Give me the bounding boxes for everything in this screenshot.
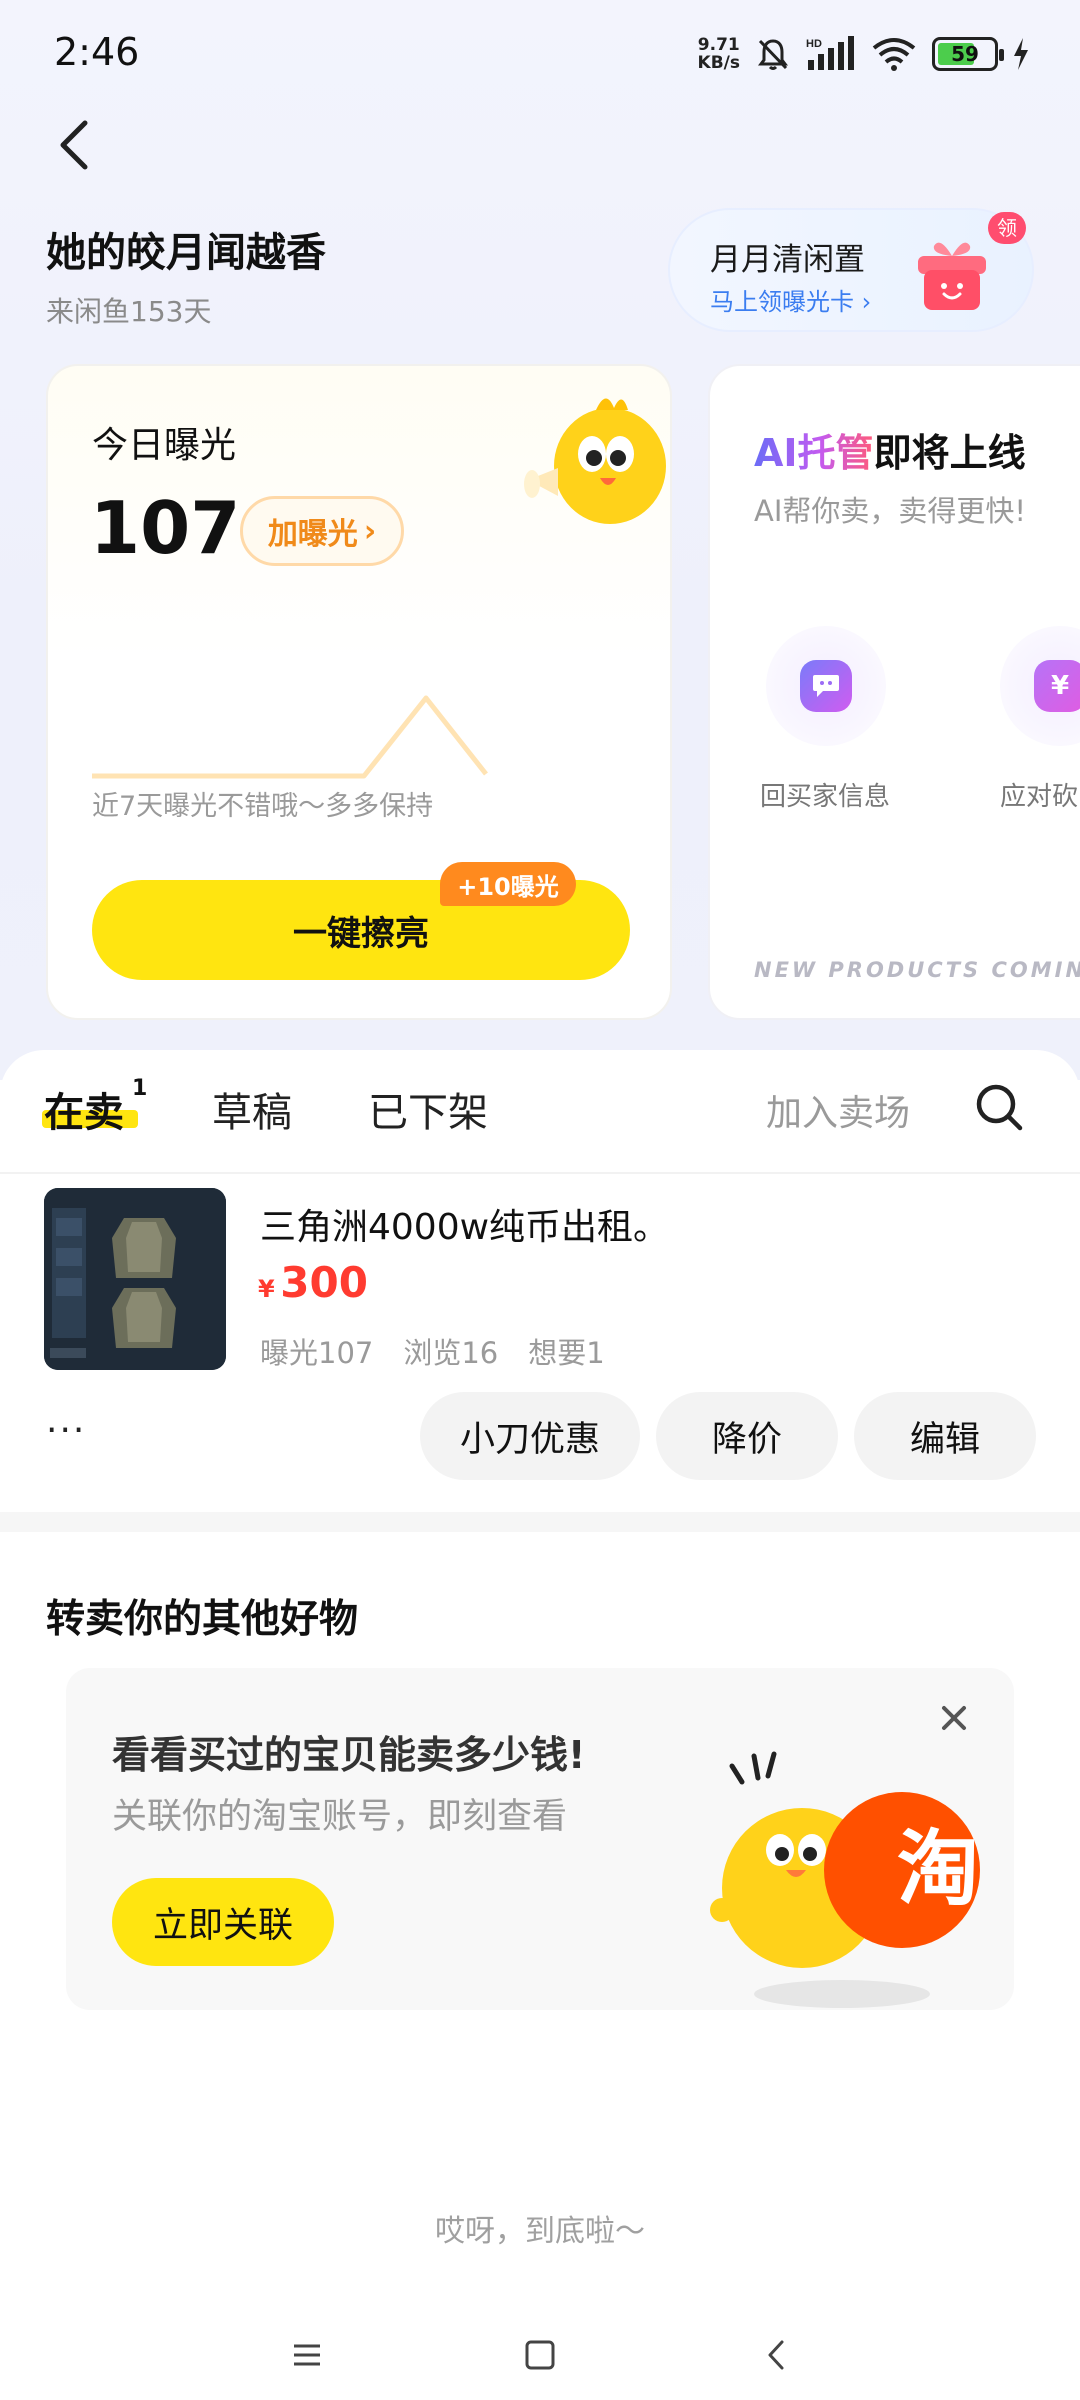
product-title[interactable]: 三角洲4000w纯币出租。	[260, 1198, 669, 1250]
exposure-title: 今日曝光	[92, 425, 237, 466]
status-icons: 9.71 KB/s HD 59	[698, 30, 1030, 78]
chevron-right-icon: ›	[363, 513, 377, 549]
ai-feature-reply-label: 回买家信息	[760, 782, 891, 812]
reduce-price-button[interactable]: 降价	[656, 1392, 838, 1480]
taobao-link-card: 看看买过的宝贝能卖多少钱! 关联你的淘宝账号，即刻查看 立即关联 淘	[66, 1668, 1014, 2010]
status-time: 2:46	[54, 30, 140, 74]
chevron-right-icon: ›	[861, 288, 872, 316]
charging-icon	[1014, 38, 1028, 70]
tab-off-shelf[interactable]: 已下架	[368, 1080, 488, 1138]
ai-subtitle: AI帮你卖，卖得更快!	[754, 494, 1027, 528]
exposure-value: 107	[90, 486, 241, 570]
ai-footer: NEW PRODUCTS COMING S	[754, 958, 1080, 982]
close-icon[interactable]	[934, 1698, 974, 1738]
promo-badge: 领	[988, 212, 1026, 244]
edit-button[interactable]: 编辑	[854, 1392, 1036, 1480]
link-now-button[interactable]: 立即关联	[112, 1878, 334, 1966]
promo-subtitle: 马上领曝光卡 ›	[710, 282, 871, 317]
product-price: ¥ 300	[258, 1258, 368, 1307]
price-value: 300	[280, 1258, 368, 1307]
exposure-hint: 近7天曝光不错哦～多多保持	[92, 791, 434, 822]
promo-title: 月月清闲置	[710, 242, 865, 278]
ai-feature-bargain-label: 应对砍	[1000, 782, 1079, 812]
exposure-card: 今日曝光 107 加曝光 › 近7天曝光不错哦～多多保持 一键擦亮 +10曝光	[46, 364, 672, 1020]
tab-on-sale[interactable]: 在卖	[44, 1080, 124, 1138]
search-button[interactable]	[970, 1078, 1030, 1138]
tab-drafts[interactable]: 草稿	[212, 1080, 292, 1138]
stat-exposure: 曝光107	[260, 1336, 374, 1370]
svg-text:HD: HD	[806, 38, 822, 50]
search-icon	[976, 1084, 1023, 1131]
shine-badge: +10曝光	[440, 862, 576, 906]
end-of-list-text: 哎呀，到底啦～	[435, 2214, 645, 2249]
chat-bubble-icon	[800, 660, 852, 712]
stat-wants: 想要1	[528, 1336, 605, 1370]
tab-on-sale-count: 1	[132, 1076, 148, 1101]
net-speed-unit: KB/s	[697, 53, 740, 73]
product-thumbnail[interactable]	[44, 1188, 226, 1370]
yuan-icon: ¥	[1034, 660, 1080, 712]
tab-divider	[0, 1172, 1080, 1174]
stat-views: 浏览16	[403, 1336, 499, 1370]
back-button[interactable]	[40, 110, 110, 180]
ai-title-prefix: AI托管	[754, 431, 874, 475]
product-stats: 曝光107 浏览16 想要1	[260, 1330, 605, 1372]
status-bar: 2:46 9.71 KB/s HD 59	[0, 0, 1080, 110]
exposure-trend-line	[92, 695, 488, 779]
discount-button[interactable]: 小刀优惠	[420, 1392, 640, 1480]
net-speed-value: 9.71	[697, 35, 740, 55]
signal-icon: HD	[806, 36, 854, 70]
ai-title-suffix: 即将上线	[873, 431, 1026, 475]
section-separator	[0, 1512, 1080, 1532]
user-days: 来闲鱼153天	[46, 295, 212, 328]
chick-mascot-icon	[524, 398, 666, 524]
join-market-link[interactable]: 加入卖场	[766, 1084, 910, 1136]
gift-icon	[918, 242, 986, 310]
ai-feature-reply	[766, 626, 886, 746]
resell-title: 转卖你的其他好物	[46, 1597, 359, 1642]
taobao-card-title: 看看买过的宝贝能卖多少钱!	[112, 1733, 586, 1777]
net-speed: 9.71 KB/s	[698, 36, 740, 72]
system-nav-bar	[0, 2300, 1080, 2400]
boost-exposure-label: 加曝光	[267, 517, 358, 552]
menu-icon[interactable]	[282, 2330, 332, 2380]
home-icon[interactable]	[515, 2330, 565, 2380]
bell-muted-icon	[758, 39, 788, 70]
ai-title: AI托管即将上线	[754, 422, 1026, 477]
promo-subtitle-text: 马上领曝光卡	[710, 288, 854, 316]
battery-level: 59	[951, 42, 979, 66]
more-options-button[interactable]: ···	[46, 1410, 106, 1460]
boost-exposure-button[interactable]: 加曝光 ›	[240, 496, 404, 566]
back-nav-icon[interactable]	[752, 2330, 802, 2380]
user-name: 她的皎月闻越香	[46, 230, 326, 276]
back-arrow-icon	[60, 120, 88, 170]
product-image	[44, 1188, 226, 1370]
taobao-glyph: 淘	[896, 1822, 979, 1917]
ai-card[interactable]: AI托管即将上线 AI帮你卖，卖得更快! 回买家信息 ¥ 应对砍 NEW PRO…	[708, 364, 1080, 1020]
ai-feature-bargain: ¥	[1000, 626, 1080, 746]
battery-icon: 59	[932, 37, 1004, 71]
price-currency: ¥	[258, 1275, 275, 1303]
promo-card[interactable]: 月月清闲置 马上领曝光卡 › 领	[668, 208, 1034, 332]
wifi-icon	[872, 38, 916, 71]
taobao-card-subtitle: 关联你的淘宝账号，即刻查看	[112, 1797, 568, 1837]
